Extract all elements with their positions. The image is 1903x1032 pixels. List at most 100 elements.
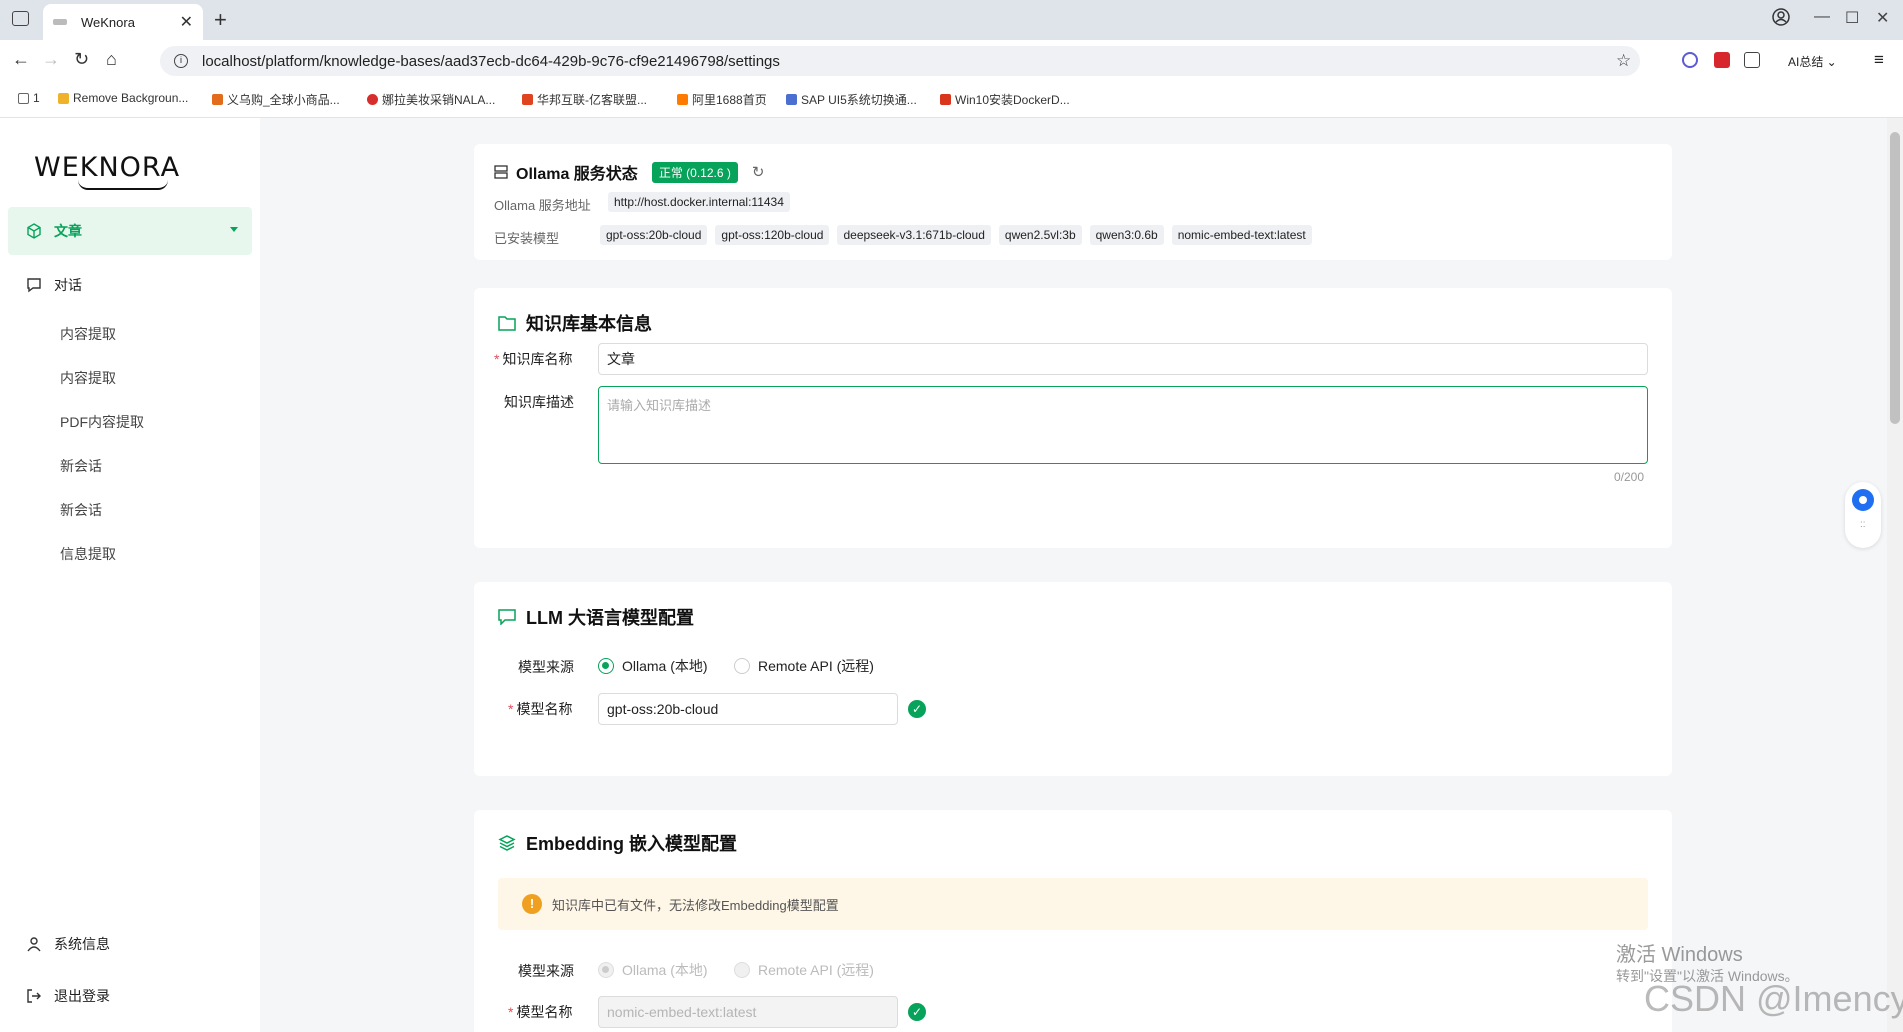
chat-bubble-icon [27, 278, 41, 293]
embedding-config-header: Embedding 嵌入模型配置 [498, 830, 737, 856]
sidebar-item-chat[interactable]: 对话 [26, 275, 82, 295]
drag-handle-icon[interactable]: :: [1860, 520, 1866, 530]
bookmark-favicon-icon [522, 94, 533, 105]
bookmark-item[interactable]: 义乌购_全球小商品... [212, 91, 340, 108]
sidebar: WEKNORA 文章 对话 内容提取 内容提取 PDF内容提取 新会话 新会话 … [0, 118, 260, 1032]
model-chip: nomic-embed-text:latest [1171, 225, 1312, 245]
chat-session-item[interactable]: 内容提取 [60, 368, 116, 388]
browser-tab[interactable]: WeKnora ✕ [43, 4, 203, 40]
bookmark-favicon-icon [367, 94, 378, 105]
sidebar-item-label: 对话 [54, 277, 82, 293]
browser-menu-icon[interactable]: ≡ [1874, 50, 1884, 70]
profile-icon[interactable] [1772, 8, 1790, 31]
folder-icon [18, 92, 29, 104]
chevron-down-icon[interactable] [230, 227, 238, 232]
llm-model-label: * 模型名称 [508, 701, 573, 717]
chat-session-item[interactable]: 内容提取 [60, 324, 116, 344]
kb-name-input[interactable]: 文章 [598, 343, 1648, 375]
sidebar-item-logout[interactable]: 退出登录 [26, 986, 110, 1006]
logo-swoosh [78, 180, 168, 190]
back-icon[interactable]: ← [12, 49, 30, 70]
bookmark-star-icon[interactable]: ☆ [1616, 51, 1631, 71]
bookmark-item[interactable]: 华邦互联-亿客联盟... [522, 91, 647, 108]
floating-assistant-button[interactable]: :: [1845, 482, 1881, 548]
embedding-source-remote-radio[interactable]: Remote API (远程) [734, 960, 874, 980]
url-input[interactable]: i localhost/platform/knowledge-bases/aad… [160, 46, 1640, 76]
bookmark-item[interactable]: 阿里1688首页 [677, 91, 767, 108]
kb-desc-textarea[interactable]: 请输入知识库描述 [598, 386, 1648, 464]
llm-config-card: LLM 大语言模型配置 模型来源 Ollama (本地) Remote API … [474, 582, 1672, 776]
chat-session-item[interactable]: 信息提取 [60, 544, 116, 564]
cube-icon [27, 223, 41, 239]
llm-config-title: LLM 大语言模型配置 [526, 608, 694, 628]
bookmark-item[interactable]: Win10安装DockerD... [940, 91, 1070, 108]
sidebar-item-label: 文章 [54, 223, 82, 239]
llm-source-remote-radio[interactable]: Remote API (远程) [734, 656, 874, 676]
bookmark-favicon-icon [677, 94, 688, 105]
extensions-puzzle-icon[interactable] [1744, 52, 1760, 68]
ollama-status-card: Ollama 服务状态 正常 (0.12.6 ) ↻ Ollama 服务地址 h… [474, 144, 1672, 260]
model-chip: qwen3:0.6b [1089, 225, 1164, 245]
app-root: WEKNORA 文章 对话 内容提取 内容提取 PDF内容提取 新会话 新会话 … [0, 118, 1903, 1032]
radio-unchecked-icon [734, 962, 750, 978]
radio-checked-icon [598, 962, 614, 978]
reload-icon[interactable]: ↻ [74, 49, 89, 70]
folder-icon [498, 316, 516, 331]
refresh-icon[interactable]: ↻ [752, 163, 765, 181]
embedding-model-select[interactable]: nomic-embed-text:latest [598, 996, 898, 1028]
check-circle-icon: ✓ [908, 700, 926, 718]
extension-at-icon[interactable] [1682, 52, 1698, 68]
ollama-status-header: Ollama 服务状态 正常 (0.12.6 ) ↻ [494, 160, 764, 184]
bookmark-item[interactable]: Remove Backgroun... [58, 91, 188, 105]
forward-icon[interactable]: → [42, 49, 60, 70]
logo: WEKNORA [34, 152, 181, 183]
settings-main: Ollama 服务状态 正常 (0.12.6 ) ↻ Ollama 服务地址 h… [260, 118, 1887, 1032]
browser-tab-bar: WeKnora ✕ + — ☐ ✕ [0, 0, 1903, 40]
embedding-source-ollama-radio[interactable]: Ollama (本地) [598, 960, 708, 980]
ai-summary-button[interactable]: AI总结 ⌄ [1788, 53, 1837, 70]
bookmark-item[interactable]: 娜拉美妆采销NALA... [367, 91, 495, 108]
model-chip: deepseek-v3.1:671b-cloud [837, 225, 991, 245]
embedding-source-label: 模型来源 [518, 963, 574, 979]
bookmark-favicon-icon [786, 94, 797, 105]
page-scrollbar[interactable] [1887, 118, 1903, 1032]
bookmark-favicon-icon [940, 94, 951, 105]
model-chip: gpt-oss:20b-cloud [600, 225, 708, 245]
bookmarks-bar: 1 Remove Backgroun... 义乌购_全球小商品... 娜拉美妆采… [0, 82, 1903, 118]
extension-red-icon[interactable] [1714, 52, 1730, 68]
chat-session-item[interactable]: 新会话 [60, 500, 102, 520]
kb-desc-label: 知识库描述 [504, 394, 574, 410]
close-window-icon[interactable]: ✕ [1876, 8, 1889, 28]
sidebar-item-system-info[interactable]: 系统信息 [26, 934, 110, 954]
llm-model-select[interactable]: gpt-oss:20b-cloud [598, 693, 898, 725]
radio-checked-icon [598, 658, 614, 674]
maximize-icon[interactable]: ☐ [1845, 8, 1859, 28]
server-icon [494, 165, 508, 179]
bookmark-favicon-icon [212, 94, 223, 105]
llm-source-ollama-radio[interactable]: Ollama (本地) [598, 656, 708, 676]
status-badge: 正常 (0.12.6 ) [651, 161, 738, 183]
tab-title: WeKnora [81, 14, 135, 30]
sidebar-item-knowledge-base[interactable]: 文章 [8, 207, 252, 255]
tab-search-icon[interactable] [12, 11, 29, 26]
chat-session-item[interactable]: PDF内容提取 [60, 412, 144, 432]
chat-session-item[interactable]: 新会话 [60, 456, 102, 476]
ollama-address-label: Ollama 服务地址 [494, 198, 591, 213]
embedding-warning-alert: ! 知识库中已有文件，无法修改Embedding模型配置 [498, 878, 1648, 930]
scrollbar-thumb[interactable] [1890, 132, 1900, 424]
tab-close-icon[interactable]: ✕ [180, 12, 193, 32]
site-info-icon[interactable]: i [174, 54, 188, 68]
new-tab-icon[interactable]: + [214, 7, 227, 33]
check-circle-icon: ✓ [908, 1003, 926, 1021]
bookmark-item[interactable]: SAP UI5系统切换通... [786, 91, 917, 108]
embedding-warning-text: 知识库中已有文件，无法修改Embedding模型配置 [552, 897, 839, 913]
minimize-icon[interactable]: — [1814, 8, 1830, 26]
sidebar-item-label: 系统信息 [54, 936, 110, 952]
bookmark-folder[interactable]: 1 [18, 91, 40, 105]
radio-unchecked-icon [734, 658, 750, 674]
sidebar-item-label: 退出登录 [54, 988, 110, 1004]
installed-models-list: gpt-oss:20b-cloud gpt-oss:120b-cloud deeps… [600, 225, 1320, 245]
llm-source-label: 模型来源 [518, 659, 574, 675]
assistant-icon [1852, 489, 1874, 511]
home-icon[interactable]: ⌂ [106, 49, 117, 70]
